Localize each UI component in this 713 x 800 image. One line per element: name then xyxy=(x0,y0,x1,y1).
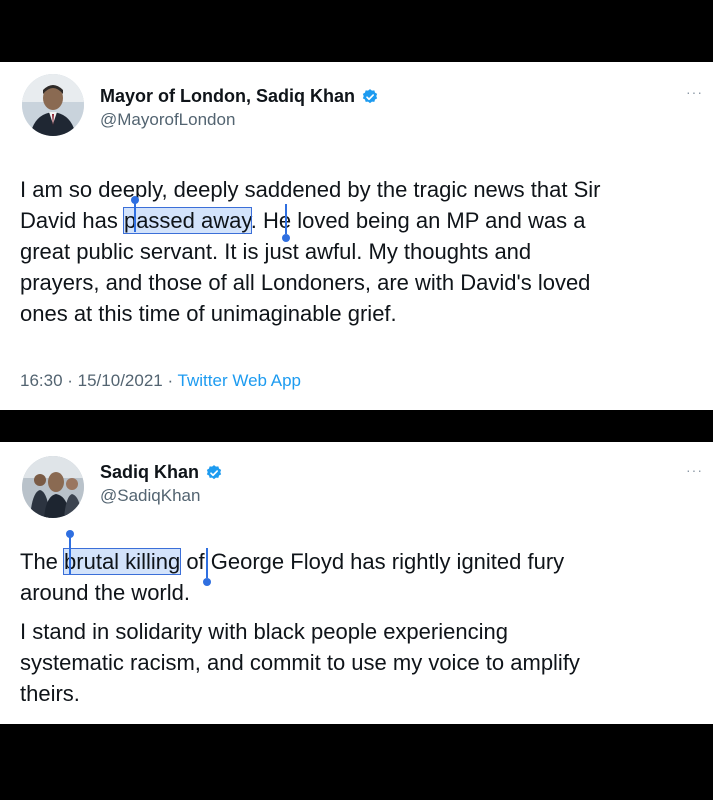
tweet-text-segment: of George Floyd has rightly ignited fury xyxy=(180,549,565,574)
tweet-line: ones at this time of unimaginable grief. xyxy=(20,301,397,326)
selection-end-bar xyxy=(285,204,287,234)
tweet-card-mayor[interactable]: Mayor of London, Sadiq Khan @MayorofLond… xyxy=(0,62,713,410)
handle[interactable]: @SadiqKhan xyxy=(100,486,200,506)
tweet-card-sadiq[interactable]: Sadiq Khan @SadiqKhan ··· The brutal kil… xyxy=(0,442,713,724)
tweet-line: I stand in solidarity with black people … xyxy=(20,619,508,644)
tweet-line: around the world. xyxy=(20,580,190,605)
tweet-line: great public servant. It is just awful. … xyxy=(20,239,532,264)
selection-start-bar xyxy=(134,202,136,232)
tweet-line: systematic racism, and commit to use my … xyxy=(20,650,580,675)
verified-badge-icon xyxy=(362,88,378,103)
tweet-line: theirs. xyxy=(20,681,80,706)
verified-badge-icon xyxy=(206,464,222,479)
tweet-text: I am so deeply, deeply saddened by the t… xyxy=(20,174,601,329)
tweet-text-segment: David has xyxy=(20,208,124,233)
tweet-text-segment: . He loved being an MP and was a xyxy=(250,208,586,233)
tweet-line: David has passed away. He loved being an… xyxy=(20,205,601,236)
tweet-line: I am so deeply, deeply saddened by the t… xyxy=(20,177,601,202)
handle[interactable]: @MayorofLondon xyxy=(100,110,235,130)
timestamp-text[interactable]: 16:30 · 15/10/2021 · xyxy=(20,371,178,390)
display-name-text[interactable]: Mayor of London, Sadiq Khan xyxy=(100,86,355,107)
selected-text: brutal killing xyxy=(63,548,182,575)
tweet-line: prayers, and those of all Londoners, are… xyxy=(20,270,591,295)
tweet-text-segment: The xyxy=(20,549,65,574)
display-name[interactable]: Mayor of London, Sadiq Khan xyxy=(100,86,379,107)
tweet-timestamp[interactable]: 16:30 · 15/10/2021 · Twitter Web App xyxy=(20,371,301,391)
tweet-text: The brutal killing of George Floyd has r… xyxy=(20,546,580,709)
selected-text: passed away xyxy=(122,207,252,234)
source-app-link[interactable]: Twitter Web App xyxy=(178,371,301,390)
avatar[interactable] xyxy=(22,74,84,136)
selection-end-handle[interactable] xyxy=(203,578,211,586)
display-name-text[interactable]: Sadiq Khan xyxy=(100,462,199,483)
selection-start-bar xyxy=(69,536,71,574)
selection-end-handle[interactable] xyxy=(282,234,290,242)
more-options-icon[interactable]: ··· xyxy=(686,462,703,478)
avatar[interactable] xyxy=(22,456,84,518)
display-name[interactable]: Sadiq Khan xyxy=(100,462,223,483)
tweet-line: The brutal killing of George Floyd has r… xyxy=(20,546,580,577)
selection-end-bar xyxy=(206,548,208,578)
more-options-icon[interactable]: ··· xyxy=(686,84,703,100)
